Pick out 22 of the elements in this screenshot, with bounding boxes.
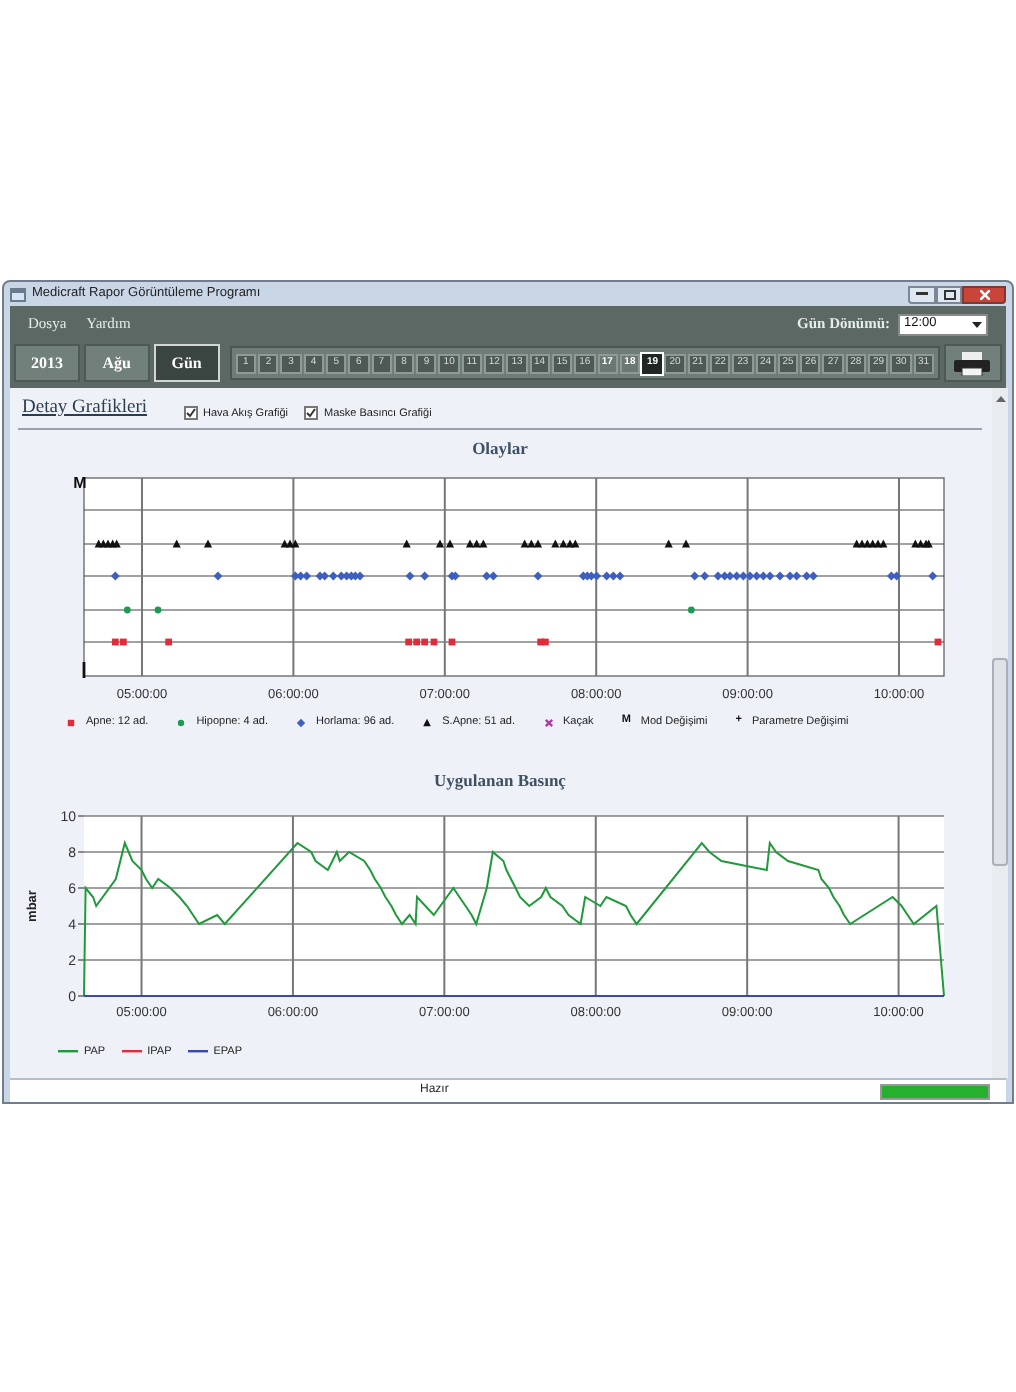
caret-icon <box>972 321 982 327</box>
close-icon <box>979 289 989 299</box>
period-tab[interactable]: Gün <box>153 344 220 382</box>
minimize-button[interactable] <box>908 285 936 303</box>
minimize-icon <box>916 292 928 296</box>
printer-icon <box>954 351 991 375</box>
checkbox[interactable] <box>304 406 319 421</box>
scrollbar[interactable] <box>992 388 1008 1078</box>
chart-title: Uygulanan Basınç <box>434 767 566 793</box>
scroll-thumb[interactable] <box>992 658 1008 866</box>
close-button[interactable] <box>962 285 1006 303</box>
period-tab[interactable]: Ağu <box>83 344 150 382</box>
app-icon <box>10 287 26 301</box>
maximize-icon <box>943 289 955 299</box>
section-title: Detay Grafikleri <box>22 395 148 422</box>
print-button[interactable] <box>943 344 1003 382</box>
checkbox[interactable] <box>183 406 198 421</box>
mode-change-marker: M <box>73 474 87 492</box>
period-tab[interactable]: 2013 <box>14 344 80 382</box>
maximize-button[interactable] <box>936 285 962 303</box>
chart-title: Olaylar <box>472 436 528 462</box>
scroll-up-icon <box>995 396 1005 402</box>
